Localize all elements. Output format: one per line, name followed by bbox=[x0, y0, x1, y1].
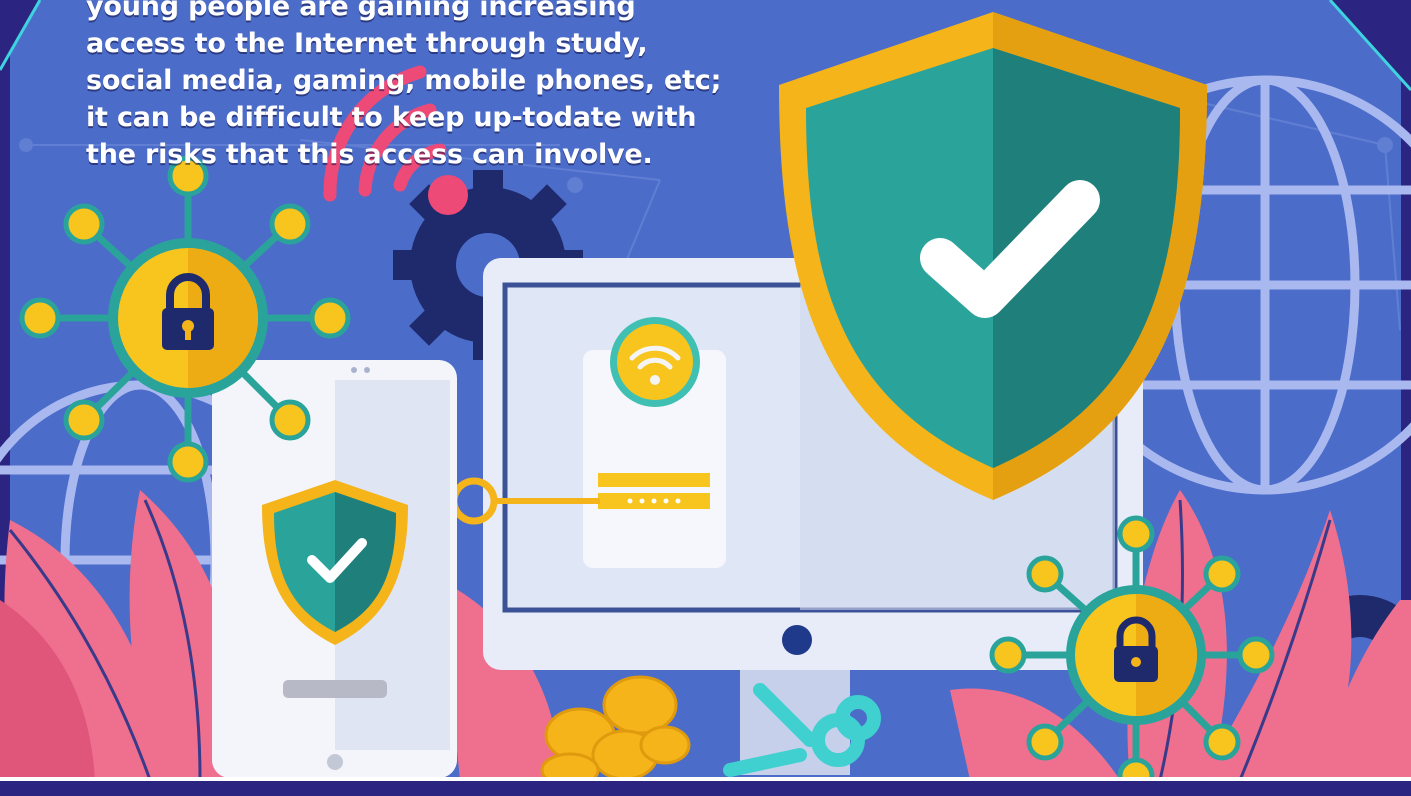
intro-line: it can be difficult to keep up-todate wi… bbox=[86, 102, 697, 133]
username-bar bbox=[598, 473, 710, 487]
monitor-power-button bbox=[782, 625, 812, 655]
cybersecurity-illustration: young people are gaining increasing acce… bbox=[0, 0, 1411, 796]
phone-button-bar bbox=[283, 680, 387, 698]
wifi-dot bbox=[428, 175, 468, 215]
intro-paragraph: young people are gaining increasing acce… bbox=[86, 0, 786, 173]
phone-home-button bbox=[327, 754, 343, 770]
intro-line: social media, gaming, mobile phones, etc… bbox=[86, 65, 722, 96]
intro-line: access to the Internet through study, bbox=[86, 28, 648, 59]
login-card bbox=[583, 317, 726, 568]
intro-line: the risks that this access can involve. bbox=[86, 139, 653, 170]
intro-line: young people are gaining increasing bbox=[86, 0, 636, 22]
